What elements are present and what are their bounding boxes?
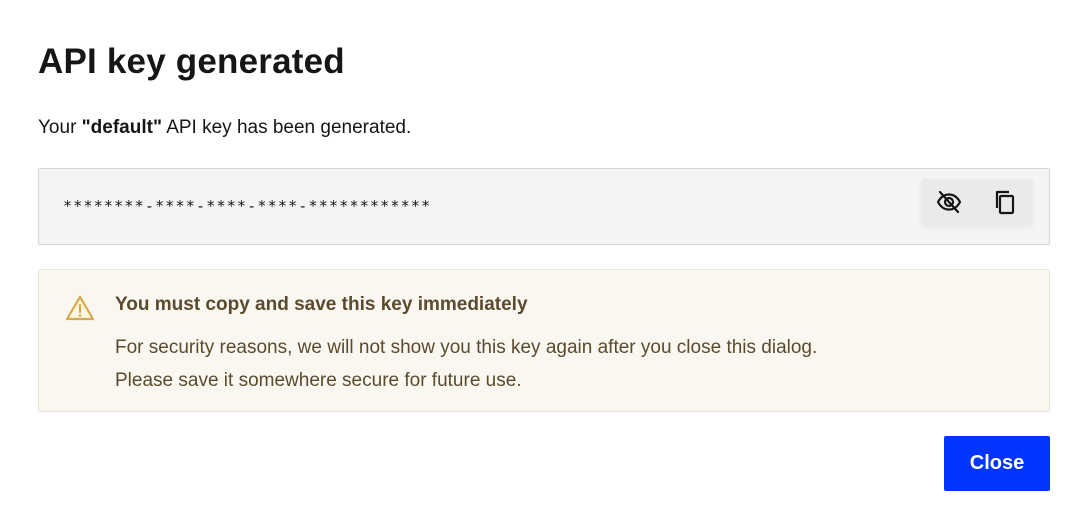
desc-prefix: Your: [38, 117, 82, 138]
close-button[interactable]: Close: [944, 436, 1050, 491]
key-name: "default": [81, 117, 162, 138]
warning-notification: You must copy and save this key immediat…: [38, 269, 1050, 412]
copy-button[interactable]: [985, 182, 1025, 222]
dialog-title: API key generated: [38, 42, 345, 81]
api-key-dialog: API key generated Your "default" API key…: [0, 0, 1079, 522]
warning-triangle-icon: [65, 294, 95, 327]
copy-icon: [995, 190, 1015, 215]
warning-line-2: Please save it somewhere secure for futu…: [115, 370, 522, 391]
warning-title: You must copy and save this key immediat…: [115, 294, 528, 315]
eye-slash-icon: [936, 190, 962, 214]
dialog-description: Your "default" API key has been generate…: [38, 117, 411, 139]
toggle-visibility-button[interactable]: [929, 182, 969, 222]
key-actions: [921, 179, 1033, 225]
api-key-field: ********-****-****-****-************: [38, 168, 1050, 245]
desc-suffix: API key has been generated.: [161, 117, 412, 138]
warning-line-1: For security reasons, we will not show y…: [115, 337, 818, 358]
api-key-value: ********-****-****-****-************: [63, 197, 432, 215]
warning-body: For security reasons, we will not show y…: [115, 331, 1015, 397]
